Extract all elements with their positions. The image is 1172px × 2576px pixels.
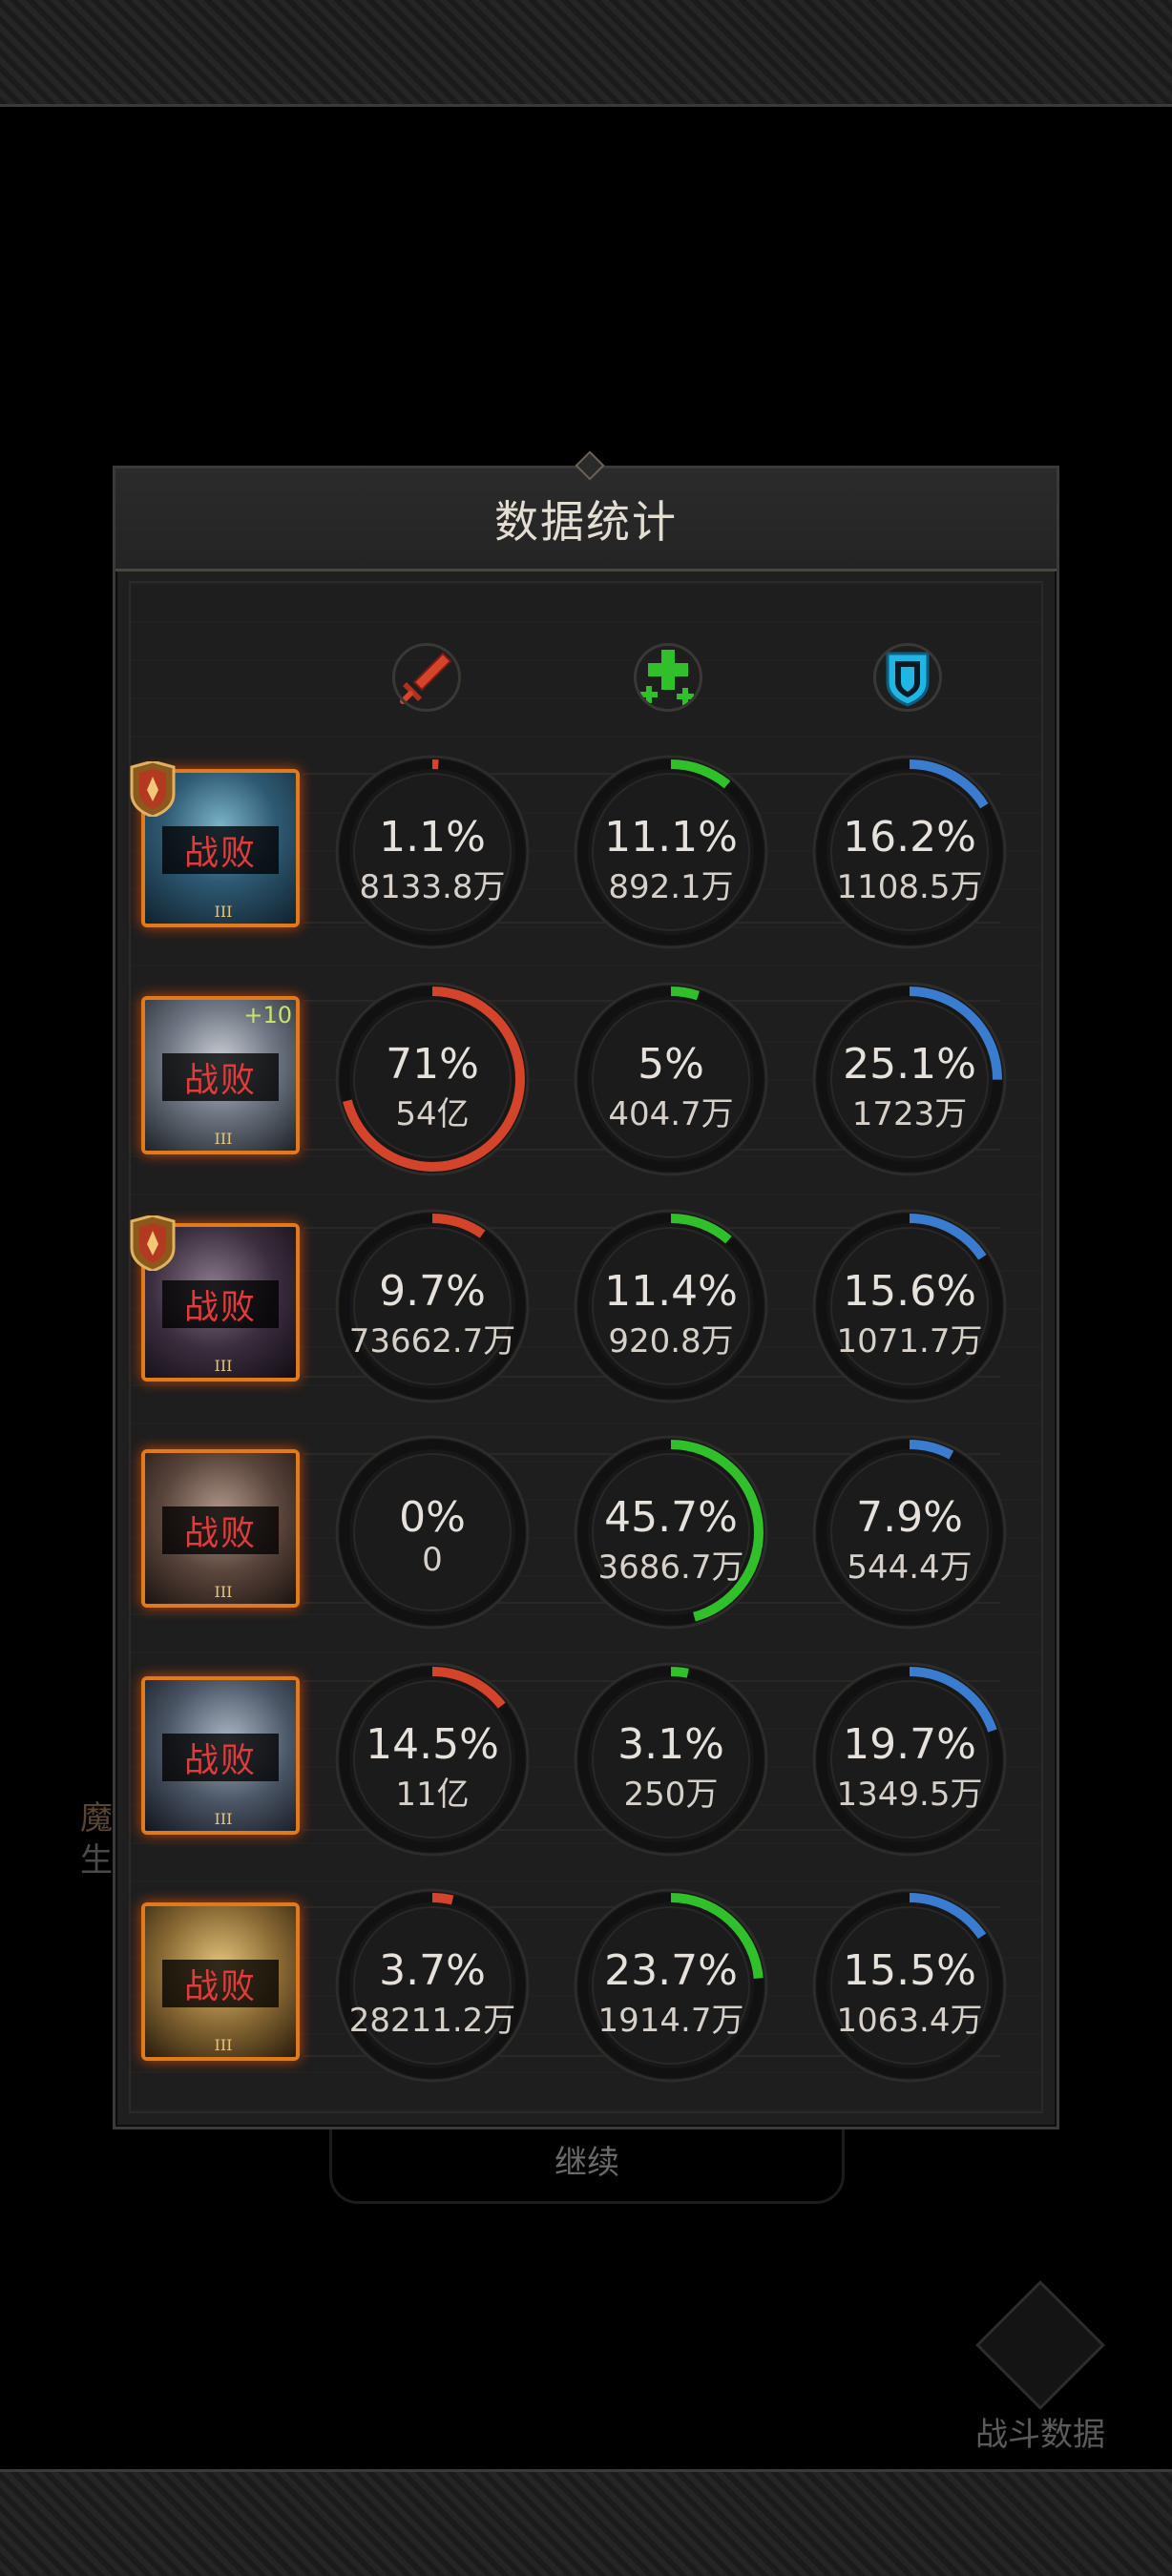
damage-value: 28211.2万	[348, 2002, 516, 2040]
defense-value: 1063.4万	[836, 2002, 983, 2040]
defense-stat-ring: 16.2% 1108.5万	[811, 754, 1008, 950]
defense-stat-ring: 15.6% 1071.7万	[811, 1208, 1008, 1404]
damage-percent: 71%	[386, 1040, 479, 1089]
hero-row: 战败 III 9.7% 73662.7万 11.4% 920.8万 15.6% 1071.7万	[130, 1208, 1031, 1403]
healing-stat-ring: 45.7% 3686.7万	[573, 1434, 769, 1631]
damage-stat-ring: 71% 54亿	[334, 981, 531, 1177]
hero-row: 战败 III 1.1% 8133.8万 11.1% 892.1万 16.2% 1108.5万	[130, 754, 1031, 949]
healing-percent: 5%	[638, 1040, 704, 1089]
battle-data-button[interactable]: 战斗数据	[964, 2280, 1117, 2454]
healing-value: 920.8万	[608, 1322, 734, 1361]
damage-value: 73662.7万	[348, 1322, 516, 1361]
defeat-label: 战败	[162, 1280, 279, 1328]
defense-percent: 19.7%	[843, 1720, 976, 1769]
healing-value: 1914.7万	[597, 2002, 744, 2040]
hero-portrait[interactable]: 战败 III	[141, 1449, 300, 1608]
healing-percent: 3.1%	[617, 1720, 724, 1769]
healing-value: 404.7万	[608, 1095, 734, 1133]
battle-data-label: 战斗数据	[975, 2416, 1105, 2454]
damage-value: 0	[422, 1541, 443, 1579]
healing-percent: 11.4%	[604, 1267, 738, 1316]
healing-value: 892.1万	[608, 868, 734, 906]
defense-value: 1349.5万	[836, 1776, 983, 1814]
damage-stat-ring: 0% 0	[334, 1434, 531, 1631]
damage-stat-ring: 3.7% 28211.2万	[334, 1887, 531, 2084]
defense-stat-ring: 15.5% 1063.4万	[811, 1887, 1008, 2084]
enhance-level-label: +10	[243, 1002, 292, 1028]
healing-percent: 45.7%	[604, 1493, 738, 1542]
hero-tier-label: III	[214, 1130, 233, 1148]
hero-tier-label: III	[214, 1810, 233, 1828]
damage-stat-ring: 14.5% 11亿	[334, 1661, 531, 1858]
hero-row: 战败 III 14.5% 11亿 3.1% 250万 19.7% 1349.5万	[141, 1661, 1031, 1857]
continue-label: 继续	[555, 2144, 619, 2182]
defeat-label: 战败	[162, 1960, 279, 2007]
hero-tier-label: III	[214, 1583, 233, 1601]
healing-stat-ring: 11.4% 920.8万	[573, 1208, 769, 1404]
defense-percent: 7.9%	[856, 1493, 963, 1542]
damage-percent: 1.1%	[379, 813, 486, 862]
hero-row: 战败 III 3.7% 28211.2万 23.7% 1914.7万 15.5% 1063.4…	[141, 1887, 1031, 2083]
damage-stat-ring: 9.7% 73662.7万	[334, 1208, 531, 1404]
continue-button[interactable]: 继续	[329, 2118, 845, 2204]
hero-tier-label: III	[214, 1357, 233, 1375]
dialog-header: 数据统计	[115, 450, 1057, 571]
defense-stat-ring: 25.1% 1723万	[811, 981, 1008, 1177]
dialog-title: 数据统计	[494, 495, 678, 548]
damage-column-header	[387, 637, 467, 717]
hero-row: 战败 III +10 71% 54亿 5% 404.7万 25.1% 1723万	[141, 981, 1031, 1176]
damage-percent: 9.7%	[379, 1267, 486, 1316]
defense-percent: 15.5%	[843, 1946, 976, 1995]
defense-stat-ring: 19.7% 1349.5万	[811, 1661, 1008, 1858]
healing-value: 3686.7万	[597, 1548, 744, 1587]
defense-percent: 15.6%	[843, 1267, 976, 1316]
battle-emblem-icon	[975, 2280, 1105, 2410]
defense-value: 544.4万	[847, 1548, 973, 1587]
damage-percent: 14.5%	[366, 1720, 499, 1769]
rank-badge-icon	[130, 761, 176, 817]
damage-value: 54亿	[395, 1095, 470, 1133]
healing-column-header	[628, 637, 708, 717]
defense-value: 1108.5万	[836, 868, 983, 906]
defeat-label: 战败	[162, 1506, 279, 1554]
damage-percent: 0%	[399, 1493, 466, 1542]
defense-percent: 16.2%	[843, 813, 976, 862]
healing-value: 250万	[623, 1776, 719, 1814]
header-gem-ornament	[575, 450, 605, 481]
damage-value: 8133.8万	[359, 868, 506, 906]
hero-row: 战败 III 0% 0 45.7% 3686.7万 7.9% 544.4万	[141, 1434, 1031, 1630]
healing-stat-ring: 3.1% 250万	[573, 1661, 769, 1858]
defense-value: 1723万	[851, 1095, 968, 1133]
background-side-text: 魔 生	[80, 1799, 113, 1880]
healing-stat-ring: 23.7% 1914.7万	[573, 1887, 769, 2084]
bottom-ornament-bar	[0, 2469, 1172, 2576]
hero-tier-label: III	[214, 2036, 233, 2054]
defense-percent: 25.1%	[843, 1040, 976, 1089]
defeat-label: 战败	[162, 1053, 279, 1101]
defeat-label: 战败	[162, 826, 279, 874]
hero-portrait[interactable]: 战败 III	[141, 1902, 300, 2061]
defense-stat-ring: 7.9% 544.4万	[811, 1434, 1008, 1631]
damage-percent: 3.7%	[379, 1946, 486, 1995]
healing-percent: 23.7%	[604, 1946, 738, 1995]
hero-portrait[interactable]: 战败 III	[141, 1676, 300, 1835]
top-ornament-bar	[0, 0, 1172, 107]
healing-percent: 11.1%	[604, 813, 738, 862]
rank-badge-icon	[130, 1215, 176, 1271]
hero-tier-label: III	[214, 903, 233, 921]
hero-portrait[interactable]: 战败 III +10	[141, 996, 300, 1154]
healing-stat-ring: 5% 404.7万	[573, 981, 769, 1177]
defeat-label: 战败	[162, 1734, 279, 1781]
defense-column-header	[868, 637, 948, 717]
defense-value: 1071.7万	[836, 1322, 983, 1361]
healing-stat-ring: 11.1% 892.1万	[573, 754, 769, 950]
damage-stat-ring: 1.1% 8133.8万	[334, 754, 531, 950]
damage-value: 11亿	[395, 1776, 470, 1814]
